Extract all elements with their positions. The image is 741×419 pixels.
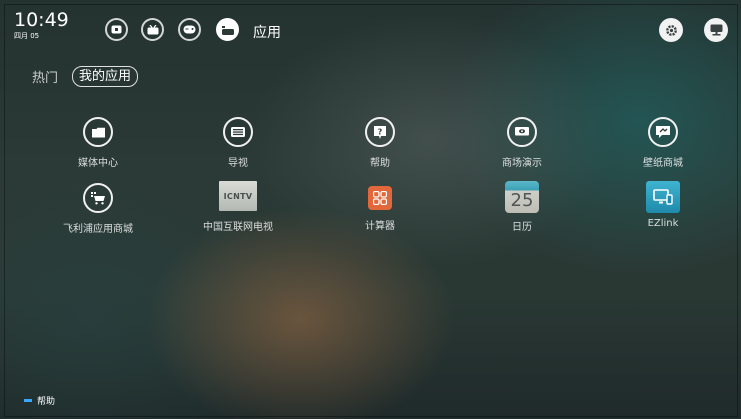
app-label: 媒体中心: [78, 158, 118, 169]
clock-time: 10:49: [14, 9, 69, 31]
ezlink-icon: [646, 181, 680, 213]
app-label: 飞利浦应用商城: [63, 224, 133, 235]
app-ezlink[interactable]: EZlink: [608, 181, 718, 229]
app-label: 壁纸商城: [643, 158, 683, 169]
ichtv-logo: ICNTV: [219, 181, 257, 211]
tab-bar: 热门 我的应用: [32, 66, 139, 87]
tab-my-apps[interactable]: 我的应用: [72, 66, 139, 87]
app-label: 帮助: [370, 158, 390, 169]
folder-icon: [83, 117, 113, 147]
keyboard-icon: [223, 117, 253, 147]
cart-icon: [83, 183, 113, 213]
gamepad-icon[interactable]: [178, 18, 201, 41]
app-calendar[interactable]: 25 日历: [467, 181, 577, 233]
help-icon: ?: [365, 117, 395, 147]
app-label: 计算器: [365, 221, 395, 232]
app-icntv[interactable]: ICNTV 中国互联网电视: [183, 181, 293, 233]
blue-key-icon: [24, 399, 32, 402]
app-wallpaper-store[interactable]: 壁纸商城: [608, 117, 718, 169]
clock: 10:49 四月 05: [14, 10, 69, 41]
app-label: 日历: [512, 222, 532, 233]
app-calculator[interactable]: 计算器: [325, 183, 435, 232]
app-label: 导视: [228, 158, 248, 169]
app-help[interactable]: ? 帮助: [325, 117, 435, 169]
app-guide[interactable]: 导视: [183, 117, 293, 169]
svg-text:?: ?: [378, 127, 383, 136]
tab-hot[interactable]: 热门: [32, 67, 58, 86]
wallpaper-icon: [648, 117, 678, 147]
help-hint[interactable]: 帮助: [24, 394, 55, 407]
settings-icon[interactable]: [659, 18, 683, 42]
media-icon[interactable]: [141, 18, 164, 41]
tv-icon[interactable]: [105, 18, 128, 41]
network-icon[interactable]: [704, 18, 728, 42]
apps-icon[interactable]: [216, 18, 239, 41]
active-category-label: 应用: [253, 25, 281, 41]
clock-date: 四月 05: [14, 32, 40, 40]
app-store-demo[interactable]: 商场演示: [467, 117, 577, 169]
calculator-icon: [368, 186, 392, 210]
demo-icon: [507, 117, 537, 147]
help-label: 帮助: [37, 397, 56, 407]
app-label: EZlink: [647, 218, 679, 229]
calendar-icon: 25: [505, 181, 539, 213]
app-label: 商场演示: [502, 158, 542, 169]
app-media-center[interactable]: 媒体中心: [43, 117, 153, 169]
app-label: 中国互联网电视: [203, 222, 273, 233]
app-philips-store[interactable]: 飞利浦应用商城: [43, 183, 153, 235]
